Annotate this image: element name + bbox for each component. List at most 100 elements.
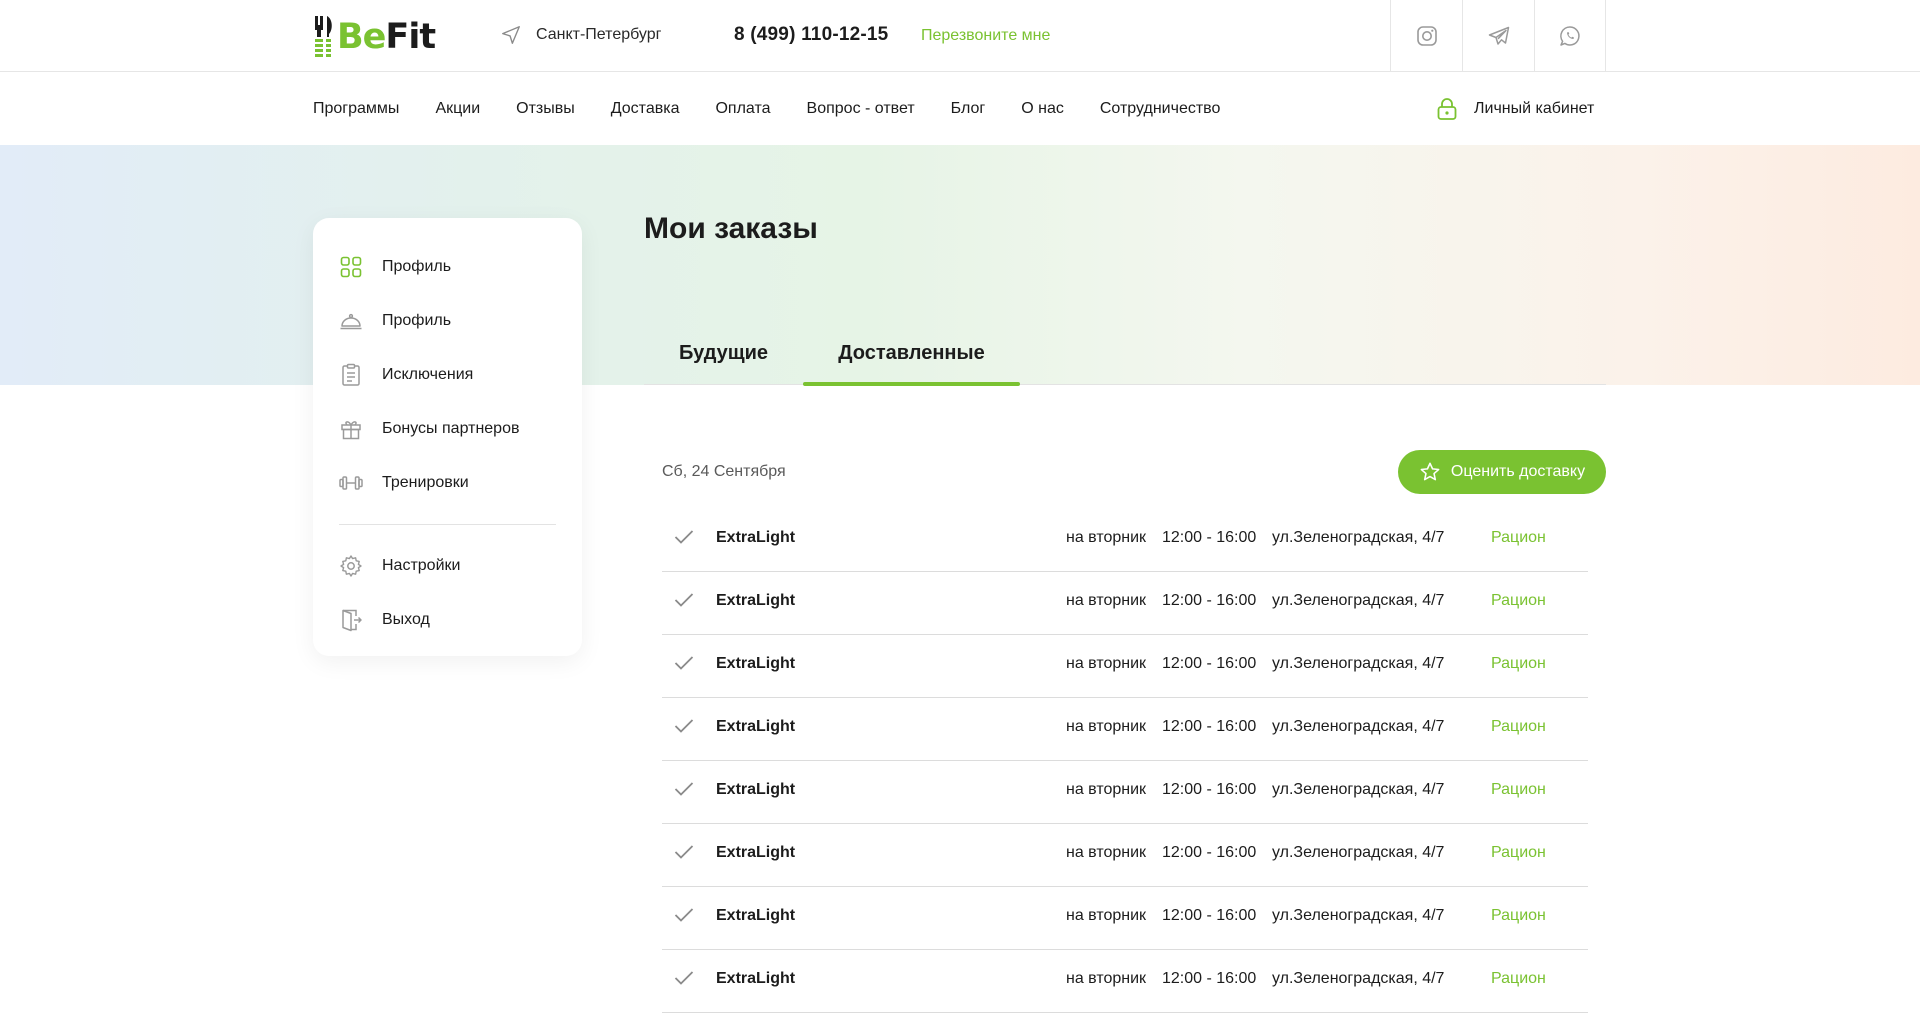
sidebar-item-label: Исключения	[382, 366, 474, 383]
order-day: на вторник	[1066, 529, 1147, 546]
gift-icon	[341, 421, 361, 440]
instagram-icon	[1416, 26, 1437, 46]
ration-link[interactable]: Рацион	[1491, 655, 1546, 673]
ration-link[interactable]: Рацион	[1491, 718, 1546, 736]
befit-logo[interactable]: BeFit	[313, 16, 436, 58]
sidebar-item-trainings[interactable]: Тренировки	[339, 456, 556, 510]
telegram-button[interactable]	[1462, 0, 1534, 72]
table-row: ExtraLight на вторник 12:00 - 16:00 ул.З…	[662, 824, 1588, 887]
order-address: ул.Зеленоградская, 4/7	[1272, 781, 1445, 798]
logo-be: Be	[337, 17, 386, 57]
tab-delivered[interactable]: Доставленные	[803, 330, 1020, 386]
order-time: 12:00 - 16:00	[1162, 970, 1257, 987]
order-time: 12:00 - 16:00	[1162, 844, 1257, 861]
location-arrow-icon	[502, 26, 520, 44]
ration-link[interactable]: Рацион	[1491, 529, 1546, 547]
order-day: на вторник	[1066, 907, 1147, 924]
check-icon	[674, 908, 694, 922]
nav-item-reviews[interactable]: Отзывы	[516, 100, 575, 118]
order-plan-name: ExtraLight	[716, 907, 796, 924]
logo-text: BeFit	[337, 16, 436, 58]
order-plan-name: ExtraLight	[716, 844, 796, 861]
ration-link[interactable]: Рацион	[1491, 970, 1546, 988]
check-icon	[674, 782, 694, 796]
city-selector[interactable]: Санкт-Петербург	[500, 24, 661, 46]
ration-link[interactable]: Рацион	[1491, 592, 1546, 610]
sidebar-item-label: Настройки	[382, 557, 461, 574]
sidebar-item-label: Бонусы партнеров	[382, 420, 520, 437]
dumbbell-icon	[339, 476, 363, 490]
nav-item-programs[interactable]: Программы	[313, 100, 399, 118]
city-name: Санкт-Петербург	[536, 26, 662, 43]
order-day: на вторник	[1066, 970, 1147, 987]
whatsapp-button[interactable]	[1534, 0, 1606, 72]
table-row: ExtraLight на вторник 12:00 - 16:00 ул.З…	[662, 572, 1588, 635]
nav-item-delivery[interactable]: Доставка	[611, 100, 680, 118]
nav-item-about[interactable]: О нас	[1021, 100, 1064, 118]
fork-icon	[313, 16, 335, 58]
lock-icon	[1437, 98, 1457, 120]
sidebar-item-logout[interactable]: Выход	[339, 593, 556, 647]
logo-fit: Fit	[385, 17, 436, 57]
order-time: 12:00 - 16:00	[1162, 718, 1257, 735]
ration-link[interactable]: Рацион	[1491, 907, 1546, 925]
table-row: ExtraLight на вторник 12:00 - 16:00 ул.З…	[662, 635, 1588, 698]
nav-item-partnership[interactable]: Сотрудничество	[1100, 100, 1221, 118]
order-address: ул.Зеленоградская, 4/7	[1272, 970, 1445, 987]
sidebar-item-profile[interactable]: Профиль	[339, 240, 556, 294]
order-day: на вторник	[1066, 781, 1147, 798]
nav-item-promos[interactable]: Акции	[435, 100, 480, 118]
table-row: ExtraLight на вторник 12:00 - 16:00 ул.З…	[662, 698, 1588, 761]
order-time: 12:00 - 16:00	[1162, 655, 1257, 672]
sidebar-item-partner-bonuses[interactable]: Бонусы партнеров	[339, 402, 556, 456]
order-address: ул.Зеленоградская, 4/7	[1272, 655, 1445, 672]
order-plan-name: ExtraLight	[716, 718, 796, 735]
main-nav: Программы Акции Отзывы Доставка Оплата В…	[0, 73, 1920, 145]
account-sidebar: Профиль Профиль Исключения Бонусы партне…	[313, 218, 582, 656]
star-icon	[1420, 462, 1440, 481]
sidebar-item-label: Профиль	[382, 258, 452, 275]
ration-link[interactable]: Рацион	[1491, 844, 1546, 862]
sidebar-item-settings[interactable]: Настройки	[339, 539, 556, 593]
table-row: ExtraLight на вторник 12:00 - 16:00 ул.З…	[662, 950, 1588, 1013]
callback-link[interactable]: Перезвоните мне	[921, 27, 1050, 45]
sidebar-item-label: Выход	[382, 611, 430, 628]
telegram-icon	[1488, 26, 1509, 45]
order-day: на вторник	[1066, 718, 1147, 735]
nav-item-blog[interactable]: Блог	[951, 100, 986, 118]
personal-account-link[interactable]: Личный кабинет	[1436, 73, 1594, 145]
sidebar-divider	[339, 524, 556, 525]
table-row: ExtraLight на вторник 12:00 - 16:00 ул.З…	[662, 887, 1588, 950]
check-icon	[674, 719, 694, 733]
order-day: на вторник	[1066, 655, 1147, 672]
nav-item-payment[interactable]: Оплата	[715, 100, 770, 118]
instagram-button[interactable]	[1390, 0, 1462, 72]
rate-delivery-label: Оценить доставку	[1450, 463, 1586, 480]
check-icon	[674, 971, 694, 985]
tab-future[interactable]: Будущие	[644, 330, 803, 385]
sidebar-item-profile-menu[interactable]: Профиль	[339, 294, 556, 348]
order-time: 12:00 - 16:00	[1162, 781, 1257, 798]
nav-item-faq[interactable]: Вопрос - ответ	[807, 100, 915, 118]
order-plan-name: ExtraLight	[716, 529, 796, 546]
check-icon	[674, 845, 694, 859]
rate-delivery-button[interactable]: Оценить доставку	[1398, 450, 1606, 494]
order-plan-name: ExtraLight	[716, 655, 796, 672]
cloche-icon	[340, 313, 362, 330]
order-address: ул.Зеленоградская, 4/7	[1272, 907, 1445, 924]
sidebar-item-exclusions[interactable]: Исключения	[339, 348, 556, 402]
order-address: ул.Зеленоградская, 4/7	[1272, 592, 1445, 609]
check-icon	[674, 656, 694, 670]
order-address: ул.Зеленоградская, 4/7	[1272, 844, 1445, 861]
sidebar-item-label: Профиль	[382, 312, 452, 329]
order-time: 12:00 - 16:00	[1162, 529, 1257, 546]
order-tabs: Будущие Доставленные	[644, 330, 1606, 386]
order-plan-name: ExtraLight	[716, 781, 796, 798]
ration-link[interactable]: Рацион	[1491, 781, 1546, 799]
social-links	[1390, 0, 1606, 72]
order-plan-name: ExtraLight	[716, 970, 796, 987]
order-plan-name: ExtraLight	[716, 592, 796, 609]
order-day: на вторник	[1066, 844, 1147, 861]
phone-number[interactable]: 8 (499) 110-12-15	[734, 24, 888, 46]
order-time: 12:00 - 16:00	[1162, 592, 1257, 609]
